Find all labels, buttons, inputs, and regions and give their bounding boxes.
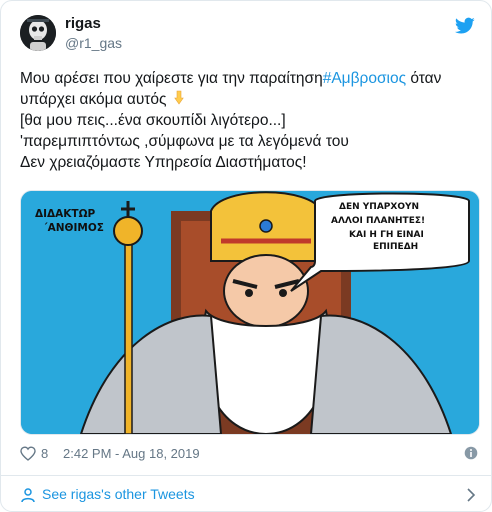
tweet-stats: 8 2:42 PM - Aug 18, 2019	[20, 445, 478, 463]
author-name[interactable]: rigas	[65, 15, 101, 32]
tweet-line-1: Μου αρέσει που χαίρεστε για την παραίτησ…	[20, 68, 480, 89]
cartoon-caption-2: ΄ΑΝΘΙΜΟΣ	[43, 222, 104, 234]
author-handle[interactable]: @r1_gas	[65, 35, 122, 51]
chevron-right-icon[interactable]	[466, 487, 476, 503]
tweet-card: rigas @r1_gas Μου αρέσει που χαίρεστε γι…	[0, 0, 492, 512]
twitter-bird-icon[interactable]	[455, 17, 475, 35]
tweet-line-1-text: Μου αρέσει που χαίρεστε για την παραίτησ…	[20, 70, 323, 87]
bubble-text-4: ΕΠΙΠΕΔΗ	[373, 242, 418, 252]
see-other-tweets-link[interactable]: See rigas's other Tweets	[20, 485, 478, 505]
tweet-line-5: Δεν χρειαζόμαστε Υπηρεσία Διαστήματος!	[20, 154, 307, 171]
tweet-text: Μου αρέσει που χαίρεστε για την παραίτησ…	[20, 68, 480, 173]
cartoon-illustration: ΔΙΔΑΚΤΩΡ ΄ΑΝΘΙΜΟΣ ΔΕΝ ΥΠΑΡΧΟΥΝ ΑΛΛΟΙ ΠΛΑ…	[21, 191, 479, 434]
pointing-down-emoji-icon	[174, 90, 184, 105]
hashtag-link[interactable]: #Αμβροσιος	[323, 70, 406, 87]
tweet-line-1-end: όταν	[406, 70, 442, 87]
bubble-text-2: ΑΛΛΟΙ ΠΛΑΝΗΤΕΣ!	[331, 216, 425, 226]
tweet-line-4: 'παρεμπιπτόντως ,σύμφωνα με τα λεγόμενά …	[20, 133, 349, 150]
info-icon[interactable]	[464, 446, 478, 460]
cartoon-caption-1: ΔΙΔΑΚΤΩΡ	[35, 208, 96, 220]
bubble-text-3: ΚΑΙ Η ΓΗ ΕΙΝΑΙ	[349, 230, 424, 240]
avatar[interactable]	[20, 15, 56, 51]
tweet-image[interactable]: ΔΙΔΑΚΤΩΡ ΄ΑΝΘΙΜΟΣ ΔΕΝ ΥΠΑΡΧΟΥΝ ΑΛΛΟΙ ΠΛΑ…	[20, 190, 480, 435]
divider	[1, 475, 491, 476]
heart-icon[interactable]	[20, 446, 36, 461]
tweet-line-2-text: υπάρχει ακόμα αυτός	[20, 91, 167, 108]
like-count[interactable]: 8	[41, 446, 48, 461]
tweet-line-2: υπάρχει ακόμα αυτός	[20, 89, 480, 110]
see-other-tweets-label[interactable]: See rigas's other Tweets	[42, 486, 195, 502]
tweet-line-3: [θα μου πεις...ένα σκουπίδι λιγότερο...]	[20, 112, 286, 129]
user-icon	[21, 488, 35, 503]
skeleton-avatar-image	[20, 15, 56, 51]
tweet-timestamp[interactable]: 2:42 PM - Aug 18, 2019	[63, 446, 200, 461]
bubble-text-1: ΔΕΝ ΥΠΑΡΧΟΥΝ	[339, 202, 419, 212]
